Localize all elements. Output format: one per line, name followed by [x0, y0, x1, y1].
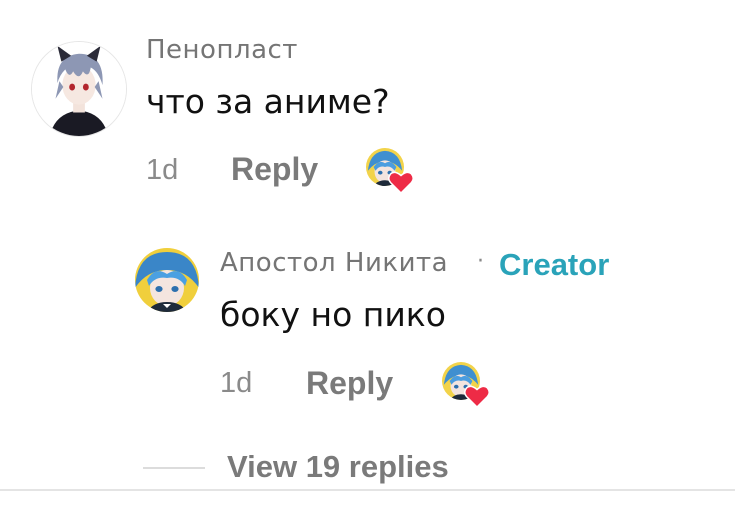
view-replies-button[interactable]: View 19 replies [227, 449, 449, 485]
reply-button[interactable]: Reply [231, 151, 318, 188]
comment-time: 1d [146, 154, 179, 186]
creator-liked-badge[interactable] [442, 362, 490, 408]
reply-time: 1d [220, 367, 253, 399]
avatar-apostol-nikita[interactable] [135, 248, 199, 312]
anime-boy-avatar-icon [32, 42, 126, 136]
heart-icon [464, 385, 490, 408]
reply-button[interactable]: Reply [306, 365, 393, 402]
heart-icon [388, 171, 414, 194]
comment-username[interactable]: Пенопласт [146, 35, 298, 65]
anime-avatar-blue-hair-icon [135, 248, 199, 312]
reply-text: боку но пико [220, 295, 446, 334]
bottom-divider [0, 489, 735, 491]
creator-badge: Creator [499, 247, 610, 282]
avatar-penoplast[interactable] [31, 41, 127, 137]
view-replies-line [143, 467, 205, 469]
creator-liked-badge[interactable] [366, 148, 414, 194]
separator-dot: · [477, 249, 484, 274]
reply-username[interactable]: Апостол Никита [220, 248, 448, 278]
comment-text: что за аниме? [146, 82, 390, 121]
